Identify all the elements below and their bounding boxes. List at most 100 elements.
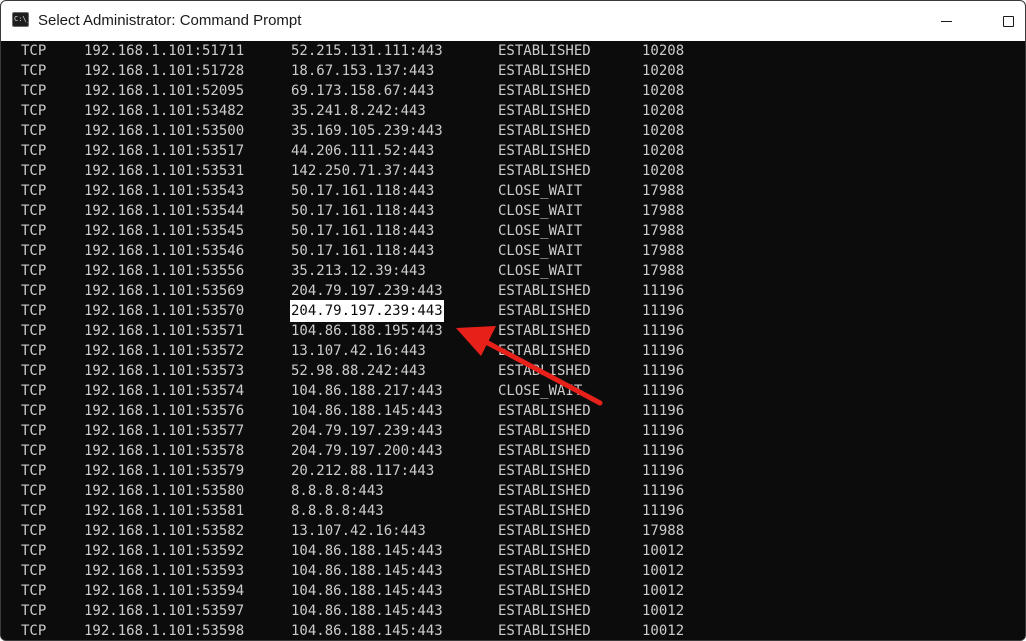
local-address[interactable]: 192.168.1.101:52095 bbox=[84, 81, 244, 101]
protocol[interactable]: TCP bbox=[21, 201, 46, 221]
netstat-row[interactable]: TCP 192.168.1.101:53579 20.212.88.117:443 E… bbox=[1, 461, 1001, 481]
foreign-address[interactable]: 104.86.188.145:443 bbox=[291, 561, 443, 581]
local-address[interactable]: 192.168.1.101:53545 bbox=[84, 221, 244, 241]
netstat-row[interactable]: TCP 192.168.1.101:53597 104.86.188.145:443… bbox=[1, 601, 1001, 621]
process-id[interactable]: 10012 bbox=[642, 561, 684, 581]
foreign-address[interactable]: 35.169.105.239:443 bbox=[291, 121, 443, 141]
process-id[interactable]: 17988 bbox=[642, 221, 684, 241]
process-id[interactable]: 10012 bbox=[642, 601, 684, 621]
foreign-address[interactable]: 50.17.161.118:443 bbox=[291, 221, 434, 241]
netstat-row[interactable]: TCP 192.168.1.101:53582 13.107.42.16:443 ES… bbox=[1, 521, 1001, 541]
foreign-address[interactable]: 44.206.111.52:443 bbox=[291, 141, 434, 161]
process-id[interactable]: 17988 bbox=[642, 521, 684, 541]
netstat-row[interactable]: TCP 192.168.1.101:53544 50.17.161.118:443 C… bbox=[1, 201, 1001, 221]
process-id[interactable]: 11196 bbox=[642, 301, 684, 321]
connection-state[interactable]: ESTABLISHED bbox=[498, 341, 591, 361]
local-address[interactable]: 192.168.1.101:51728 bbox=[84, 61, 244, 81]
console-output[interactable]: TCP 192.168.1.101:51711 52.215.131.111:443… bbox=[1, 41, 1025, 640]
local-address[interactable]: 192.168.1.101:53578 bbox=[84, 441, 244, 461]
protocol[interactable]: TCP bbox=[21, 441, 46, 461]
protocol[interactable]: TCP bbox=[21, 361, 46, 381]
netstat-row[interactable]: TCP 192.168.1.101:53571 104.86.188.195:443… bbox=[1, 321, 1001, 341]
process-id[interactable]: 10012 bbox=[642, 541, 684, 561]
local-address[interactable]: 192.168.1.101:53593 bbox=[84, 561, 244, 581]
foreign-address[interactable]: 8.8.8.8:443 bbox=[291, 481, 384, 501]
process-id[interactable]: 10012 bbox=[642, 621, 684, 640]
netstat-row[interactable]: TCP 192.168.1.101:53546 50.17.161.118:443 C… bbox=[1, 241, 1001, 261]
connection-state[interactable]: ESTABLISHED bbox=[498, 601, 591, 621]
local-address[interactable]: 192.168.1.101:53582 bbox=[84, 521, 244, 541]
process-id[interactable]: 17988 bbox=[642, 181, 684, 201]
netstat-row[interactable]: TCP 192.168.1.101:53570 204.79.197.239:443… bbox=[1, 300, 1001, 322]
process-id[interactable]: 10208 bbox=[642, 101, 684, 121]
connection-state[interactable]: ESTABLISHED bbox=[498, 301, 591, 321]
netstat-row[interactable]: TCP 192.168.1.101:53580 8.8.8.8:443 ESTABLI… bbox=[1, 481, 1001, 501]
connection-state[interactable]: ESTABLISHED bbox=[498, 621, 591, 640]
protocol[interactable]: TCP bbox=[21, 281, 46, 301]
netstat-row[interactable]: TCP 192.168.1.101:53574 104.86.188.217:443… bbox=[1, 381, 1001, 401]
netstat-row[interactable]: TCP 192.168.1.101:53500 35.169.105.239:443… bbox=[1, 121, 1001, 141]
process-id[interactable]: 17988 bbox=[642, 241, 684, 261]
foreign-address[interactable]: 204.79.197.239:443 bbox=[291, 281, 443, 301]
netstat-row[interactable]: TCP 192.168.1.101:53577 204.79.197.239:443… bbox=[1, 421, 1001, 441]
foreign-address[interactable]: 50.17.161.118:443 bbox=[291, 241, 434, 261]
process-id[interactable]: 10208 bbox=[642, 61, 684, 81]
local-address[interactable]: 192.168.1.101:53500 bbox=[84, 121, 244, 141]
protocol[interactable]: TCP bbox=[21, 261, 46, 281]
local-address[interactable]: 192.168.1.101:53570 bbox=[84, 301, 244, 321]
protocol[interactable]: TCP bbox=[21, 421, 46, 441]
local-address[interactable]: 192.168.1.101:53544 bbox=[84, 201, 244, 221]
local-address[interactable]: 192.168.1.101:53577 bbox=[84, 421, 244, 441]
connection-state[interactable]: CLOSE_WAIT bbox=[498, 241, 582, 261]
protocol[interactable]: TCP bbox=[21, 461, 46, 481]
process-id[interactable]: 10012 bbox=[642, 581, 684, 601]
protocol[interactable]: TCP bbox=[21, 121, 46, 141]
title-bar[interactable]: C:\_ Select Administrator: Command Promp… bbox=[1, 1, 1025, 42]
connection-state[interactable]: CLOSE_WAIT bbox=[498, 221, 582, 241]
protocol[interactable]: TCP bbox=[21, 621, 46, 640]
connection-state[interactable]: ESTABLISHED bbox=[498, 101, 591, 121]
protocol[interactable]: TCP bbox=[21, 561, 46, 581]
foreign-address[interactable]: 35.213.12.39:443 bbox=[291, 261, 426, 281]
netstat-row[interactable]: TCP 192.168.1.101:53517 44.206.111.52:443 E… bbox=[1, 141, 1001, 161]
netstat-row[interactable]: TCP 192.168.1.101:53569 204.79.197.239:443… bbox=[1, 281, 1001, 301]
protocol[interactable]: TCP bbox=[21, 501, 46, 521]
process-id[interactable]: 11196 bbox=[642, 461, 684, 481]
process-id[interactable]: 10208 bbox=[642, 41, 684, 61]
foreign-address[interactable]: 52.215.131.111:443 bbox=[291, 41, 443, 61]
protocol[interactable]: TCP bbox=[21, 161, 46, 181]
protocol[interactable]: TCP bbox=[21, 221, 46, 241]
process-id[interactable]: 11196 bbox=[642, 361, 684, 381]
local-address[interactable]: 192.168.1.101:53580 bbox=[84, 481, 244, 501]
process-id[interactable]: 10208 bbox=[642, 141, 684, 161]
connection-state[interactable]: ESTABLISHED bbox=[498, 401, 591, 421]
foreign-address[interactable]: 104.86.188.145:443 bbox=[291, 401, 443, 421]
protocol[interactable]: TCP bbox=[21, 381, 46, 401]
process-id[interactable]: 11196 bbox=[642, 341, 684, 361]
foreign-address[interactable]: 50.17.161.118:443 bbox=[291, 201, 434, 221]
protocol[interactable]: TCP bbox=[21, 141, 46, 161]
local-address[interactable]: 192.168.1.101:53598 bbox=[84, 621, 244, 640]
protocol[interactable]: TCP bbox=[21, 541, 46, 561]
protocol[interactable]: TCP bbox=[21, 521, 46, 541]
netstat-row[interactable]: TCP 192.168.1.101:53593 104.86.188.145:443… bbox=[1, 561, 1001, 581]
protocol[interactable]: TCP bbox=[21, 61, 46, 81]
local-address[interactable]: 192.168.1.101:53572 bbox=[84, 341, 244, 361]
netstat-row[interactable]: TCP 192.168.1.101:51711 52.215.131.111:443… bbox=[1, 41, 1001, 61]
foreign-address[interactable]: 8.8.8.8:443 bbox=[291, 501, 384, 521]
minimize-button[interactable] bbox=[923, 1, 969, 41]
protocol[interactable]: TCP bbox=[21, 41, 46, 61]
connection-state[interactable]: ESTABLISHED bbox=[498, 501, 591, 521]
connection-state[interactable]: ESTABLISHED bbox=[498, 441, 591, 461]
connection-state[interactable]: ESTABLISHED bbox=[498, 561, 591, 581]
local-address[interactable]: 192.168.1.101:53531 bbox=[84, 161, 244, 181]
netstat-row[interactable]: TCP 192.168.1.101:53482 35.241.8.242:443 ES… bbox=[1, 101, 1001, 121]
maximize-button[interactable] bbox=[990, 1, 1025, 41]
local-address[interactable]: 192.168.1.101:53597 bbox=[84, 601, 244, 621]
netstat-row[interactable]: TCP 192.168.1.101:53578 204.79.197.200:443… bbox=[1, 441, 1001, 461]
connection-state[interactable]: CLOSE_WAIT bbox=[498, 201, 582, 221]
protocol[interactable]: TCP bbox=[21, 181, 46, 201]
process-id[interactable]: 11196 bbox=[642, 421, 684, 441]
netstat-row[interactable]: TCP 192.168.1.101:53531 142.250.71.37:443 E… bbox=[1, 161, 1001, 181]
foreign-address[interactable]: 52.98.88.242:443 bbox=[291, 361, 426, 381]
